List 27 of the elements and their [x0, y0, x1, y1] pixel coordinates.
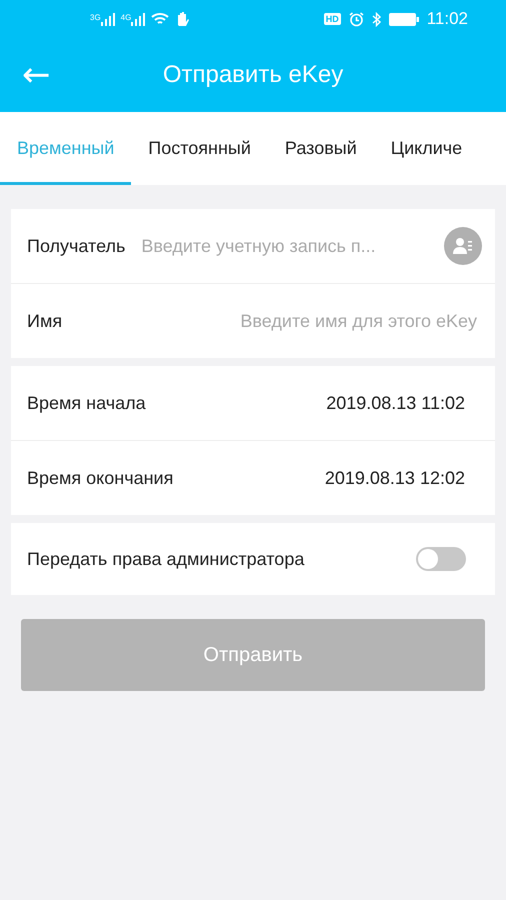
date-value[interactable]: 2019.08.13 11:02	[326, 392, 465, 414]
network-label: 4G	[120, 12, 132, 22]
battery-icon	[388, 12, 419, 26]
wifi-icon	[151, 12, 170, 26]
field-label: Время окончания	[27, 468, 174, 488]
page-title: Отправить eKey	[162, 61, 344, 88]
hand-icon	[175, 11, 190, 27]
field-label: Время начала	[27, 392, 146, 414]
contact-icon	[453, 237, 473, 255]
alarm-icon	[348, 12, 364, 26]
date-value[interactable]: 2019.08.13 12:02	[324, 468, 465, 488]
input-field[interactable]: Введите учетную запись п...	[139, 234, 444, 258]
bluetooth-icon	[372, 12, 381, 26]
clock-time: 11:02	[426, 9, 468, 29]
hd-badge: HD	[324, 13, 341, 25]
field-label: Передать права администратора	[27, 548, 304, 570]
input-field[interactable]: Введите имя для этого eKey	[76, 310, 479, 332]
field-label: Имя	[27, 310, 62, 332]
tab[interactable]: Разовый	[268, 112, 374, 185]
contact-button[interactable]	[444, 227, 482, 265]
toggle-switch[interactable]	[416, 547, 466, 571]
tab[interactable]: Цикличе	[374, 112, 480, 185]
tab[interactable]: Постоянный	[131, 112, 268, 185]
signal-icon	[100, 12, 115, 26]
field-label: Получатель	[27, 236, 126, 256]
network-label: 3G	[90, 12, 101, 22]
signal-icon	[131, 12, 146, 26]
